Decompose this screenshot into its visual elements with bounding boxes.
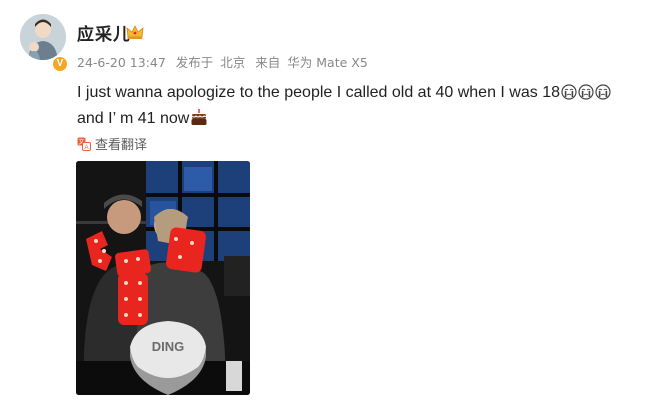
from-label: 来自: [255, 55, 281, 70]
verified-badge: V: [51, 55, 69, 73]
translate-icon: 文 A: [77, 137, 91, 151]
translate-button[interactable]: 文 A 查看翻译: [77, 134, 147, 153]
post-text: I just wanna apologize to the people I c…: [77, 80, 637, 132]
cake-lettering: DING: [152, 339, 185, 354]
avatar[interactable]: [20, 14, 66, 60]
post-text-line2: and I’ m 41 now: [77, 110, 190, 127]
post-device[interactable]: 华为 Mate X5: [287, 55, 368, 70]
cake-emoji: [191, 109, 207, 125]
crying-face-emoji: [595, 84, 611, 100]
post-photo[interactable]: DING: [76, 161, 250, 395]
post-text-line1: I just wanna apologize to the people I c…: [77, 84, 560, 101]
posted-via-label: 发布于: [175, 55, 214, 70]
crying-face-emoji: [578, 84, 594, 100]
username[interactable]: 应采儿: [77, 20, 131, 45]
crying-face-emoji: [561, 84, 577, 100]
post-meta: 24-6-20 13:47 发布于 北京 来自 华为 Mate X5: [77, 52, 374, 71]
translate-label: 查看翻译: [95, 138, 148, 153]
post-timestamp: 24-6-20 13:47: [77, 55, 166, 70]
svg-text:A: A: [84, 145, 88, 151]
crown-icon: [126, 25, 144, 39]
post-location: 北京: [220, 55, 246, 70]
